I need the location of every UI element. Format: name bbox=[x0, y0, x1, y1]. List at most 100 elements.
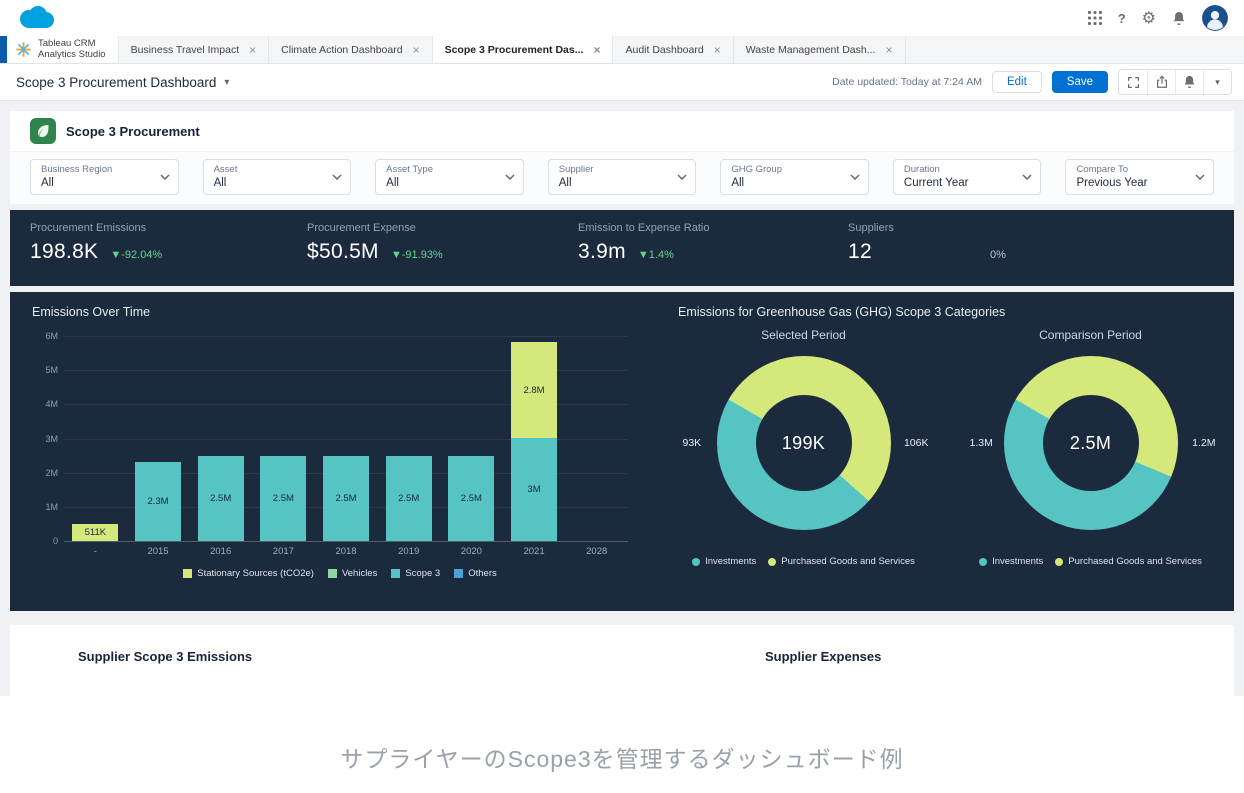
tab-close-icon[interactable]: × bbox=[249, 43, 256, 57]
legend-swatch-icon bbox=[327, 569, 337, 578]
workspace-tab[interactable]: Scope 3 Procurement Das... × bbox=[432, 36, 614, 63]
filter-dropdown[interactable]: GHG Group All bbox=[720, 159, 869, 195]
legend-item[interactable]: Purchased Goods and Services bbox=[1055, 556, 1202, 567]
legend-item[interactable]: Investments bbox=[979, 556, 1043, 567]
help-icon[interactable]: ? bbox=[1118, 11, 1126, 26]
app-title: Tableau CRM Analytics Studio bbox=[38, 37, 106, 61]
workspace-tab[interactable]: Climate Action Dashboard × bbox=[269, 36, 433, 63]
donut-subtitle: Comparison Period bbox=[1039, 328, 1142, 342]
dashboard-title: Scope 3 Procurement Dashboard bbox=[16, 74, 217, 90]
user-avatar[interactable] bbox=[1202, 5, 1228, 31]
tab-close-icon[interactable]: × bbox=[885, 43, 892, 57]
subscribe-bell-icon[interactable] bbox=[1175, 70, 1203, 94]
salesforce-cloud-logo[interactable] bbox=[16, 4, 56, 32]
kpi-label: Procurement Expense bbox=[307, 222, 416, 234]
app-title-line1: Tableau CRM bbox=[38, 37, 96, 49]
notifications-bell-icon[interactable] bbox=[1172, 11, 1186, 26]
chevron-down-icon bbox=[677, 174, 687, 180]
bar-chart-legend: Stationary Sources (tCO2e) Vehicles Scope … bbox=[30, 568, 650, 579]
donut-hole: 2.5M bbox=[1042, 395, 1139, 491]
bar-column: 2.5M bbox=[315, 456, 378, 541]
bar-stack: 2.8M 3M bbox=[511, 342, 558, 541]
donut-chart: Comparison Period 2.5M 1.3M 1.2M Investments… bbox=[947, 322, 1234, 611]
bar-segment[interactable]: 2.8M bbox=[511, 342, 558, 438]
donut-right-label: 106K bbox=[903, 437, 929, 449]
more-actions-caret-icon[interactable]: ▾ bbox=[1203, 70, 1231, 94]
filter-dropdown[interactable]: Business Region All bbox=[30, 159, 179, 195]
tab-close-icon[interactable]: × bbox=[413, 43, 420, 57]
filter-dropdown[interactable]: Asset Type All bbox=[375, 159, 524, 195]
bar-stack: 511K bbox=[72, 524, 119, 541]
caption-text: サプライヤーのScope3を管理するダッシュボード例 bbox=[340, 746, 904, 772]
bar-column: 2.8M 3M bbox=[503, 342, 566, 541]
screen: ? ⚙ Tableau CRM Analytics Studio Busines… bbox=[0, 0, 1244, 793]
filter-dropdown[interactable]: Asset All bbox=[202, 159, 352, 195]
workspace-tab[interactable]: Business Travel Impact × bbox=[119, 36, 270, 63]
tab-close-icon[interactable]: × bbox=[593, 43, 600, 57]
bar-segment[interactable]: 2.5M bbox=[260, 456, 307, 541]
fullscreen-icon[interactable] bbox=[1119, 70, 1147, 94]
x-axis-label: 2021 bbox=[523, 546, 545, 557]
donut-left-label: 93K bbox=[682, 437, 702, 449]
bar-segment[interactable]: 2.5M bbox=[197, 456, 244, 541]
title-caret-icon[interactable]: ▾ bbox=[224, 77, 229, 88]
dashboard-canvas: Scope 3 Procurement Business Region All As… bbox=[0, 101, 1244, 705]
kpi-card: Procurement Emissions 198.8K ▼-92.04% bbox=[30, 222, 162, 264]
kpi-value-row: $50.5M ▼-91.93% bbox=[307, 240, 443, 264]
legend-swatch-icon bbox=[454, 569, 464, 578]
workspace-tab[interactable]: Audit Dashboard × bbox=[613, 36, 734, 63]
donut-subtitle: Selected Period bbox=[761, 328, 846, 342]
filter-dropdown[interactable]: Supplier All bbox=[547, 159, 697, 195]
chart-title: Emissions Over Time bbox=[32, 305, 151, 319]
filter-value: All bbox=[558, 177, 572, 189]
kpi-delta: 0% bbox=[989, 249, 1006, 261]
bar-segment[interactable]: 2.5M bbox=[448, 456, 495, 541]
x-axis-label: - bbox=[93, 546, 97, 557]
save-button[interactable]: Save bbox=[1051, 71, 1108, 93]
bar-stack: 2.5M bbox=[448, 456, 495, 541]
tab-close-icon[interactable]: × bbox=[714, 43, 721, 57]
share-icon[interactable] bbox=[1147, 70, 1175, 94]
bar-segment[interactable]: 511K bbox=[72, 524, 119, 541]
bar-segment[interactable]: 2.5M bbox=[323, 456, 370, 541]
chevron-down-icon bbox=[1022, 174, 1032, 180]
edit-button[interactable]: Edit bbox=[991, 71, 1042, 93]
donut-center-value: 199K bbox=[781, 432, 826, 453]
chevron-down-icon bbox=[505, 174, 515, 180]
filter-dropdown[interactable]: Duration Current Year bbox=[892, 159, 1042, 195]
toolbar-icon-group: ▾ bbox=[1118, 69, 1232, 95]
analytics-studio-home-tab[interactable]: Tableau CRM Analytics Studio bbox=[7, 36, 119, 63]
legend-label: Scope 3 bbox=[405, 568, 441, 579]
bar-column: 2.5M bbox=[189, 456, 252, 541]
chevron-down-icon bbox=[1195, 174, 1205, 180]
donut-left-label: 1.3M bbox=[969, 437, 993, 449]
analytics-studio-logo-icon bbox=[15, 41, 32, 58]
bar-segment[interactable]: 2.5M bbox=[385, 456, 432, 541]
donut-row: Selected Period 199K 93K 106K Investments Pur… bbox=[660, 322, 1234, 611]
legend-dot-icon bbox=[1055, 557, 1064, 566]
legend-item[interactable]: Purchased Goods and Services bbox=[768, 556, 915, 567]
dashboard-toolbar: Scope 3 Procurement Dashboard ▾ Date upd… bbox=[0, 64, 1244, 101]
filter-dropdown[interactable]: Compare To Previous Year bbox=[1065, 159, 1215, 195]
legend-item[interactable]: Others bbox=[454, 568, 497, 579]
bar-stack: 2.5M bbox=[323, 456, 370, 541]
settings-gear-icon[interactable]: ⚙ bbox=[1142, 8, 1156, 28]
filter-value: All bbox=[213, 177, 227, 189]
workspace-tab[interactable]: Waste Management Dash... × bbox=[734, 36, 906, 63]
legend-item[interactable]: Investments bbox=[692, 556, 756, 567]
legend-item[interactable]: Stationary Sources (tCO2e) bbox=[183, 568, 314, 579]
legend-item[interactable]: Vehicles bbox=[327, 568, 377, 579]
dashboard-header-title: Scope 3 Procurement bbox=[66, 123, 200, 139]
legend-label: Others bbox=[468, 568, 497, 579]
bar-segment[interactable]: 2.3M bbox=[135, 462, 181, 541]
emissions-over-time-chart: Emissions Over Time 6M 5M 4M 3M 2M 1M 0 511K 2.… bbox=[10, 292, 660, 611]
x-axis-label: 2015 bbox=[147, 546, 169, 557]
kpi-card: Procurement Expense $50.5M ▼-91.93% bbox=[307, 222, 443, 264]
app-launcher-icon[interactable] bbox=[1087, 11, 1102, 25]
x-axis-label: 2020 bbox=[460, 546, 482, 557]
y-axis-tick: 6M bbox=[45, 331, 58, 341]
kpi-value: 12 bbox=[848, 240, 872, 263]
bar-stack: 2.3M bbox=[135, 462, 181, 541]
bar-segment[interactable]: 3M bbox=[511, 438, 558, 541]
legend-item[interactable]: Scope 3 bbox=[391, 568, 440, 579]
